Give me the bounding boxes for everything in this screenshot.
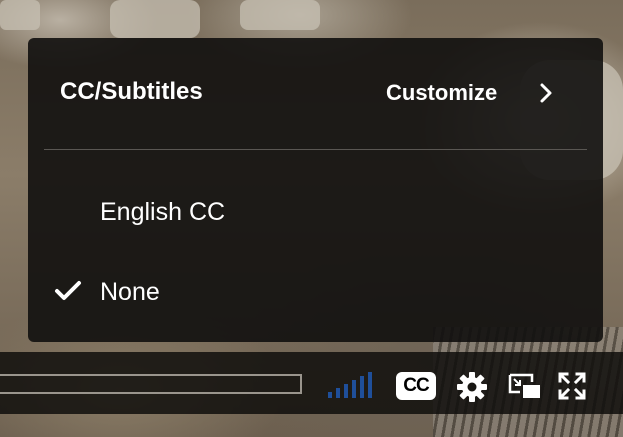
menu-header: CC/Subtitles Customize [28, 38, 603, 150]
picture-in-picture-button[interactable] [508, 372, 542, 400]
cc-button[interactable]: CC [396, 372, 436, 400]
settings-button[interactable] [456, 371, 488, 403]
signal-strength-icon [328, 372, 376, 398]
option-english-cc[interactable]: English CC [28, 186, 603, 238]
menu-divider [44, 149, 587, 150]
cc-subtitles-menu: CC/Subtitles Customize English CC None [28, 38, 603, 342]
option-label: English CC [100, 198, 226, 226]
player-control-bar: CC [0, 352, 623, 414]
picture-in-picture-icon [508, 373, 542, 404]
customize-button[interactable]: Customize [386, 78, 557, 108]
fullscreen-button[interactable] [558, 372, 586, 400]
gear-icon [456, 372, 488, 407]
menu-title: CC/Subtitles [60, 78, 203, 105]
progress-bar[interactable] [0, 374, 302, 394]
checkmark-icon [54, 280, 82, 302]
customize-label: Customize [386, 80, 498, 105]
fullscreen-icon [558, 372, 586, 404]
chevron-right-icon [535, 82, 557, 104]
option-none[interactable]: None [28, 266, 603, 318]
option-label: None [100, 278, 160, 306]
